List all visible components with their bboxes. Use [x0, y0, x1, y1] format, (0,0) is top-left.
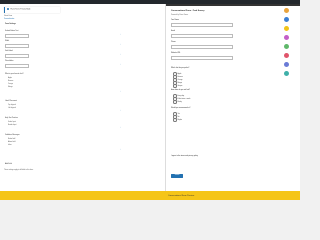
field-label-3: Field Label	[5, 51, 13, 52]
option-item[interactable]: Orange	[8, 84, 13, 85]
swatch-blue[interactable]	[284, 17, 289, 22]
radio-option[interactable]: Maybe	[173, 118, 183, 122]
option-item[interactable]: Banana	[8, 81, 13, 82]
edit-link-6[interactable]: ›	[120, 111, 121, 112]
edit-link-1[interactable]: ›	[120, 35, 121, 36]
swatch-indigo[interactable]	[284, 62, 289, 67]
preview-subtitle: Powered by Fluent Forms	[171, 15, 189, 16]
option-item[interactable]: Inline	[8, 145, 12, 146]
preview-top-strip	[166, 4, 300, 6]
option-item[interactable]: Below field	[8, 139, 15, 140]
edit-link-3[interactable]: ›	[120, 55, 121, 56]
field-label-2: Width	[5, 41, 10, 42]
swatch-orange[interactable]	[284, 8, 289, 13]
field-label-1: Submit Button Text	[5, 31, 19, 32]
field-label-4: Placeholder	[5, 61, 14, 62]
option-item[interactable]: Beside Input	[8, 125, 16, 126]
footer-text: Conversational Form Preview	[168, 194, 195, 197]
section-label-placement: Label Placement	[5, 101, 17, 102]
submit-button[interactable]: Submit	[171, 174, 183, 178]
option-item[interactable]: Above field	[8, 142, 15, 143]
edit-link-5[interactable]: ›	[120, 92, 121, 93]
email-label: Email	[171, 31, 175, 32]
form-preview-panel: Conversational Form - Fruit Survey Power…	[166, 4, 300, 191]
question-1: Which fruit do you prefer?	[171, 68, 190, 69]
option-item[interactable]: Left aligned	[8, 108, 16, 109]
field-label-input[interactable]	[5, 54, 29, 58]
breadcrumb[interactable]: Fluent Form	[4, 16, 12, 17]
option-item[interactable]: Apple	[8, 78, 12, 79]
name-label: Your Name	[171, 20, 179, 21]
radio-option[interactable]: Grapes	[173, 84, 183, 88]
question-2: How often do you eat fruit?	[171, 90, 191, 91]
swatch-red[interactable]	[284, 53, 289, 58]
website-input[interactable]	[171, 56, 233, 60]
website-label: Website URL	[171, 53, 181, 54]
preview-footer-bar: Conversational Form Preview	[0, 191, 300, 200]
form-editor-panel: Fluent Forms Preview Mode Fluent Form Pe…	[0, 4, 166, 191]
add-field-button[interactable]: Add Field	[5, 164, 12, 165]
tab-personalization[interactable]: Personalization	[4, 19, 14, 20]
swatch-teal[interactable]	[284, 71, 289, 76]
edit-link-7[interactable]: ›	[120, 128, 121, 129]
footer-note: These settings apply to all fields in th…	[4, 170, 34, 171]
submit-text-input[interactable]	[5, 34, 29, 38]
swatch-yellow[interactable]	[284, 26, 289, 31]
placeholder-input[interactable]	[5, 64, 29, 68]
radio-option[interactable]: Rarely	[173, 100, 182, 104]
swatch-purple[interactable]	[284, 35, 289, 40]
color-swatches	[284, 8, 289, 76]
edit-link-4[interactable]: ›	[120, 65, 121, 66]
notice-text: Fluent Forms Preview Mode	[10, 9, 31, 11]
edit-link-8[interactable]: ›	[120, 150, 121, 151]
edit-link-2[interactable]: ›	[120, 45, 121, 46]
phone-label: Phone	[171, 42, 176, 43]
width-input[interactable]	[5, 44, 29, 48]
email-input[interactable]	[171, 34, 233, 38]
question-3: Would you recommend us?	[171, 108, 191, 109]
section-title: Form Settings	[5, 24, 16, 25]
option-item[interactable]: Under Input	[8, 122, 16, 123]
option-item[interactable]: Mango	[8, 87, 13, 88]
preview-notice: Fluent Forms Preview Mode	[4, 7, 60, 13]
phone-input[interactable]	[171, 45, 233, 49]
section-help-text: Help Text Position	[5, 118, 18, 119]
swatch-green[interactable]	[284, 44, 289, 49]
consent-checkbox-label[interactable]: I agree to the terms and privacy policy	[171, 156, 198, 157]
name-input[interactable]	[171, 23, 233, 27]
option-item[interactable]: Top aligned	[8, 105, 16, 106]
question-label: What is your favorite fruit?	[5, 74, 24, 75]
info-icon	[7, 8, 9, 10]
section-validation: Validation Messages	[5, 135, 20, 136]
preview-title: Conversational Form - Fruit Survey	[171, 10, 205, 12]
